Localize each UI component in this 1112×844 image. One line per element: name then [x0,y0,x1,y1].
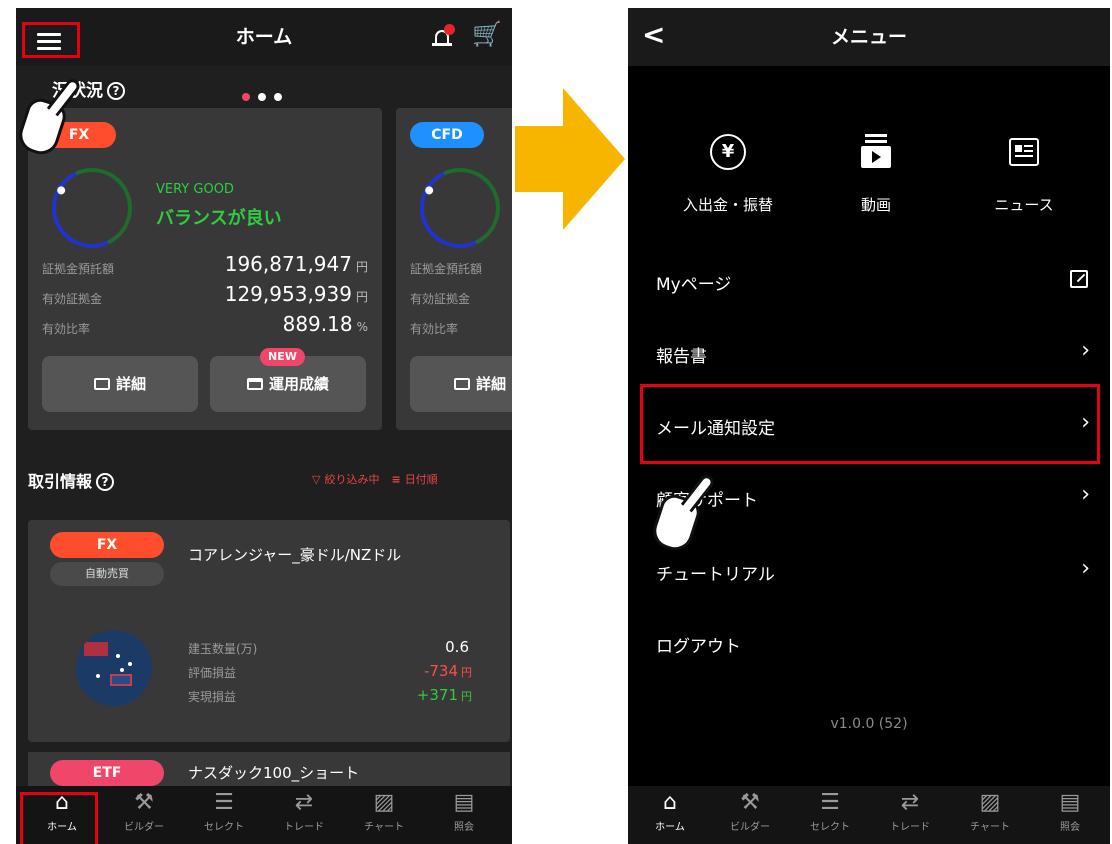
tools-icon: ⚒ [134,790,154,815]
unrealized-pl-label: 評価損益 [188,666,237,680]
home-header: ホーム 🛒 [16,8,512,66]
effective-margin-value: 129,953,939 円 [224,282,368,306]
menu-item-tutorial[interactable]: チュートリアル › [628,536,1110,608]
list-icon: ▤ [1059,790,1081,815]
card-icon [93,378,110,390]
list-icon: ▤ [453,790,475,815]
trade-section-title: 取引情報? [28,468,115,492]
chart-icon: ▨ [373,790,395,815]
menu-item-mypage[interactable]: Myページ [628,246,1110,318]
rating-text: バランスが良い [156,208,282,229]
card-icon [453,378,470,390]
effective-margin-label: 有効証拠金 [42,292,103,306]
realized-pl-label: 実現損益 [188,690,237,704]
cfd-summary-card[interactable]: CFD 証拠金預託額 有効証拠金 有効比率 詳細 [396,108,512,430]
menu-screen: < メニュー ¥ 入出金・振替 動画 ニュース Myページ 報告書 › メール通… [628,8,1110,844]
menu-header: < メニュー [628,8,1110,66]
bell-icon[interactable] [432,24,455,48]
tab-chart[interactable]: ▨ チャート [950,790,1030,833]
cart-icon[interactable]: 🛒 [472,22,502,46]
deposit-value: 196,871,947 円 [224,252,368,276]
tab-select[interactable]: ☰ セレクト [790,790,870,833]
notification-dot [444,24,455,35]
external-link-icon [1070,270,1088,288]
detail-button[interactable]: 詳細 [42,356,198,412]
currency-flag-icon [76,630,152,706]
filter-icon: ▽ [312,473,321,486]
cfd-effective-label: 有効証拠金 [410,292,471,306]
yen-icon: ¥ [710,134,746,170]
select-icon: ☰ [214,790,234,815]
video-button[interactable]: 動画 [806,132,946,215]
menu-title: メニュー [830,26,907,48]
deposit-transfer-button[interactable]: ¥ 入出金・振替 [658,132,798,215]
app-version: v1.0.0 (52) [830,716,908,732]
menu-item-reports[interactable]: 報告書 › [628,318,1110,390]
realized-pl-value: +371 円 [416,686,472,704]
ratio-value: 889.18% [282,312,368,336]
menu-item-logout[interactable]: ログアウト [628,608,1110,680]
tab-inquiry[interactable]: ▤ 照会 [424,790,504,833]
trade-fx-tag: FX [50,532,164,558]
news-icon [1009,138,1039,166]
balance-gauge [40,156,144,260]
unrealized-pl-value: -734 円 [423,662,472,680]
chart-icon: ▨ [979,790,1001,815]
cfd-deposit-label: 証拠金預託額 [410,262,483,276]
tools-icon: ⚒ [740,790,760,815]
tab-builder[interactable]: ⚒ ビルダー [104,790,184,833]
auto-trade-badge: 自動売買 [50,562,164,586]
etf-tag: ETF [50,760,164,786]
cfd-tag: CFD [410,122,484,148]
home-tab-highlight [20,792,98,844]
cfd-gauge [408,156,512,260]
select-icon: ☰ [820,790,840,815]
tab-chart[interactable]: ▨ チャート [344,790,424,833]
sort-icon: ≡ [391,473,401,486]
help-icon[interactable]: ? [96,473,115,491]
transition-arrow-icon [515,88,625,230]
email-setting-highlight [640,384,1100,464]
deposit-label: 証拠金預託額 [42,262,115,276]
page-indicator [242,86,290,105]
trade-card[interactable]: FX 自動売買 コアレンジャー_豪ドル/NZドル 建玉数量(万) 0.6 評価損… [28,520,510,742]
tab-select[interactable]: ☰ セレクト [184,790,264,833]
sort-toggle[interactable]: ≡ 日付順 [391,473,437,486]
chevron-right-icon: › [1081,556,1090,581]
trade-icon: ⇄ [294,790,314,815]
tab-builder[interactable]: ⚒ ビルダー [710,790,790,833]
help-icon[interactable]: ? [107,82,125,100]
position-qty-label: 建玉数量(万) [188,642,258,656]
strategy-name: コアレンジャー_豪ドル/NZドル [188,546,402,564]
home-icon: ⌂ [663,790,677,815]
cfd-detail-button[interactable]: 詳細 [410,356,512,412]
fx-summary-card: FX VERY GOOD バランスが良い 証拠金預託額 196,871,947 円… [28,108,382,430]
tab-trade[interactable]: ⇄ トレード [870,790,950,833]
calendar-icon [246,378,263,390]
trade-icon: ⇄ [900,790,920,815]
ratio-label: 有効比率 [42,322,91,336]
home-screen: ホーム 🛒 況状況? FX VERY GOOD バランスが良い 証拠金預託額 1… [16,8,512,844]
video-icon [861,134,891,170]
tab-trade[interactable]: ⇄ トレード [264,790,344,833]
tab-home[interactable]: ⌂ ホーム [630,790,710,833]
bottom-tab-bar: ⌂ ホーム ⚒ ビルダー ☰ セレクト ⇄ トレード ▨ チャート ▤ 照会 [628,786,1110,844]
etf-strategy-name: ナスダック100_ショート [188,764,360,782]
rating-label: VERY GOOD [156,182,234,197]
new-badge: NEW [260,348,305,366]
tab-inquiry[interactable]: ▤ 照会 [1030,790,1110,833]
chevron-right-icon: › [1081,482,1090,507]
news-button[interactable]: ニュース [954,132,1094,215]
filter-status[interactable]: ▽ 絞り込み中 ≡ 日付順 [312,471,438,487]
cfd-ratio-label: 有効比率 [410,322,459,336]
position-qty-value: 0.6 [445,638,469,656]
chevron-right-icon: › [1081,338,1090,363]
